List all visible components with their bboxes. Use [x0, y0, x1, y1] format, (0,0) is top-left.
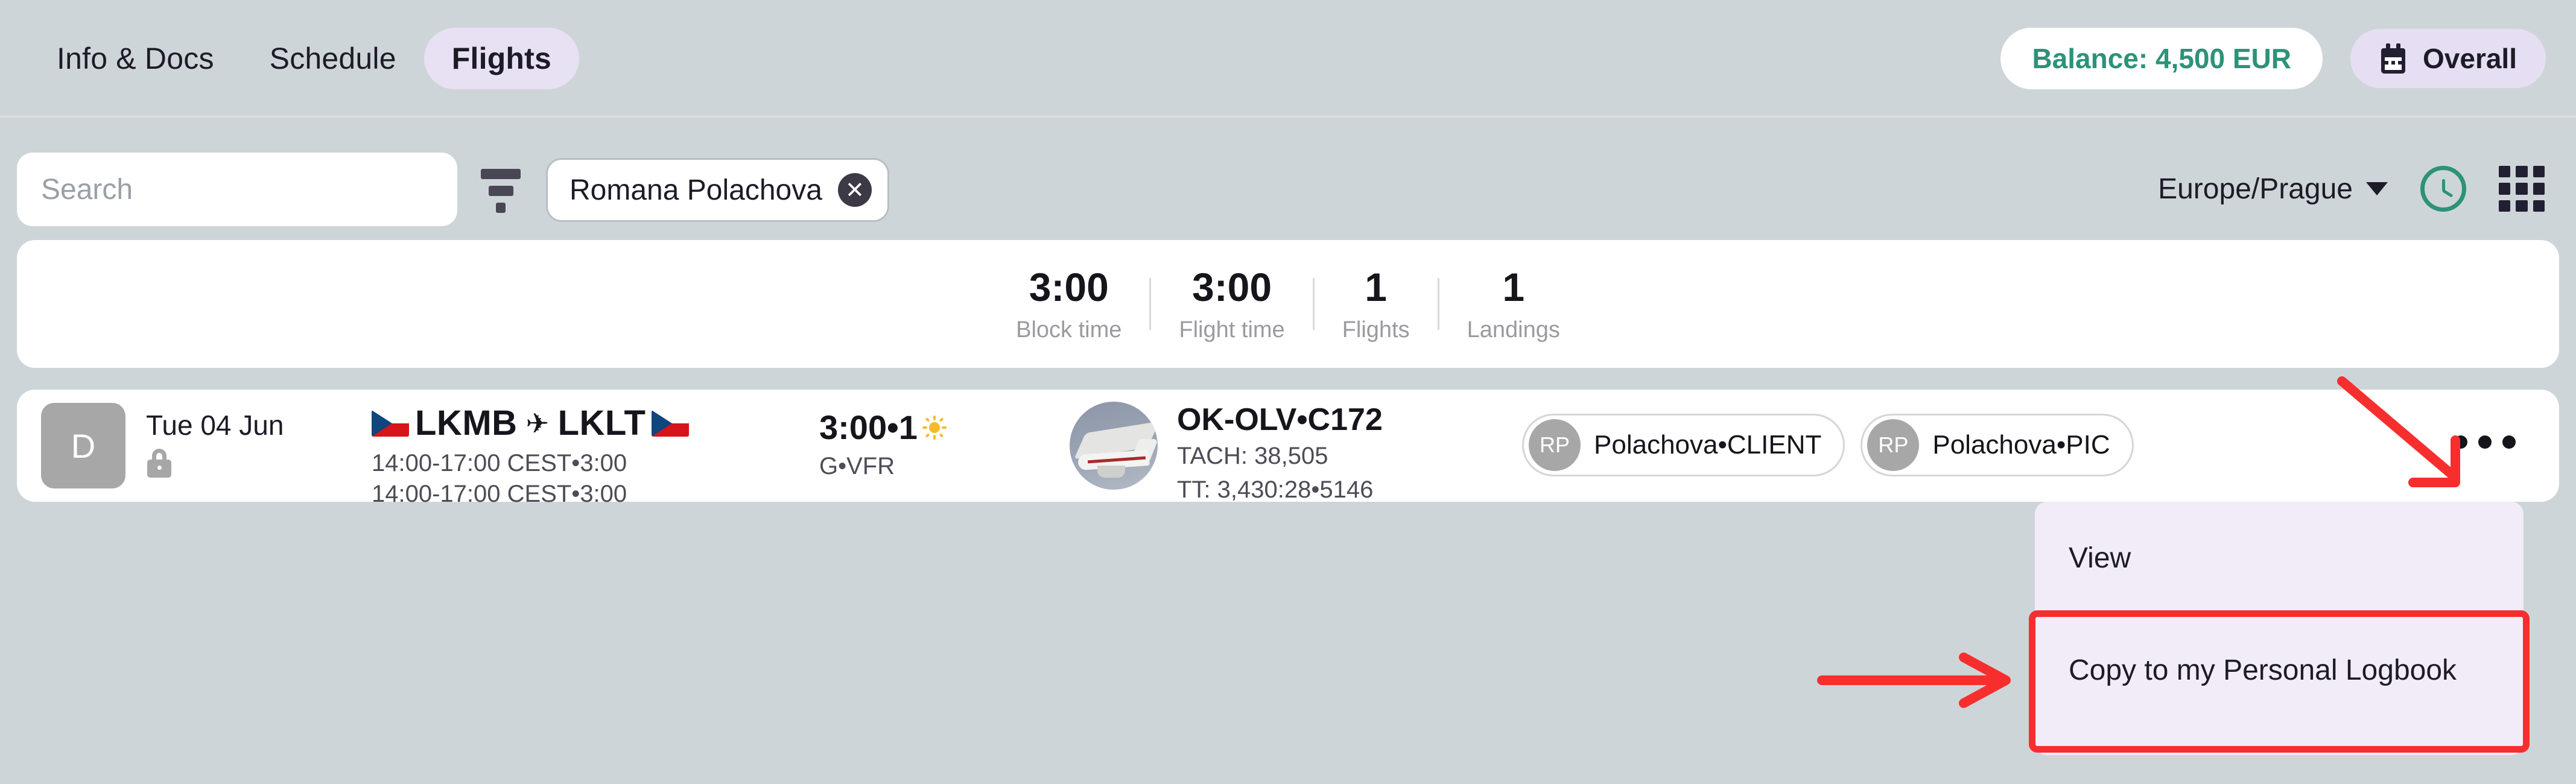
aircraft-tach: TACH: 38,505 [1177, 443, 1328, 469]
overall-button[interactable]: Overall [2350, 28, 2546, 88]
tab-flights[interactable]: Flights [424, 27, 580, 89]
flight-date-column: Tue 04 Jun [146, 409, 284, 478]
stat-landings: 1 Landings [1439, 265, 1588, 344]
sun-icon [922, 415, 947, 440]
filter-icon[interactable] [477, 169, 525, 213]
arrival-airport: LKLT [557, 403, 646, 443]
crew-column: RP Polachova•CLIENT RP Polachova•PIC [1522, 414, 2134, 476]
tab-schedule[interactable]: Schedule [242, 28, 424, 89]
flight-time-line-2: 14:00-17:00 CEST•3:00 [372, 481, 627, 508]
cz-flag-icon-departure [372, 409, 409, 437]
avatar: RP [1867, 419, 1920, 471]
crew-chip-pic[interactable]: RP Polachova•PIC [1861, 414, 2134, 476]
nav-tabs: Info & Docs Schedule Flights [29, 27, 580, 89]
search-input[interactable] [17, 153, 457, 226]
app-root: Info & Docs Schedule Flights Balance: 4,… [0, 0, 2576, 784]
stat-value: 3:00 [1191, 264, 1272, 309]
grid-apps-icon[interactable] [2499, 166, 2545, 212]
stat-flights: 1 Flights [1315, 265, 1438, 344]
stat-flight-time: 3:00 Flight time [1151, 265, 1312, 344]
clear-circle-icon[interactable]: ✕ [837, 173, 872, 207]
cz-flag-icon-arrival [652, 409, 690, 437]
timezone-selector[interactable]: Europe/Prague [2158, 172, 2388, 206]
filter-chip-romana-polachova[interactable]: Romana Polachova ✕ [546, 158, 889, 222]
flight-duration-column: 3:00•1 G•VFR [819, 408, 947, 480]
calendar-icon [2379, 43, 2407, 74]
context-menu: View Copy to my Personal Logbook [2035, 502, 2524, 755]
stat-label: Block time [1016, 317, 1122, 343]
lock-icon [146, 449, 173, 478]
stat-value: 1 [1502, 264, 1525, 309]
overall-label: Overall [2423, 42, 2517, 74]
stat-value: 1 [1365, 264, 1387, 309]
stat-value: 3:00 [1029, 264, 1109, 309]
aircraft-registration-and-type: OK-OLV•C172 [1177, 402, 1383, 437]
timezone-label: Europe/Prague [2158, 172, 2353, 205]
aircraft-total-time: TT: 3,430:28•5146 [1177, 476, 1374, 503]
stat-label: Landings [1467, 317, 1560, 343]
menu-item-view[interactable]: View [2035, 502, 2524, 614]
crew-name: Polachova•CLIENT [1594, 430, 1822, 460]
crew-name: Polachova•PIC [1932, 430, 2110, 460]
nav-right-actions: Balance: 4,500 EUR Overall [2000, 0, 2546, 116]
chevron-down-icon [2366, 182, 2388, 195]
stat-label: Flights [1342, 317, 1410, 343]
flight-times: 14:00-17:00 CEST•3:00 14:00-17:00 CEST•3… [372, 448, 689, 510]
duration-and-landings: 3:00•1 [819, 408, 947, 447]
arrow-pointing-to-copy-item [1817, 653, 2011, 708]
route-codes: LKMB ✈ LKLT [415, 403, 646, 443]
duration-value: 3:00•1 [819, 408, 918, 446]
menu-item-copy-to-personal-logbook[interactable]: Copy to my Personal Logbook [2035, 614, 2524, 726]
totals-summary-card: 3:00 Block time 3:00 Flight time 1 Fligh… [17, 240, 2559, 368]
flight-time-line-1: 14:00-17:00 CEST•3:00 [372, 450, 627, 476]
avatar: RP [1529, 419, 1581, 471]
flight-row[interactable]: D Tue 04 Jun LKMB ✈ LKLT 14:00-17:00 CES… [17, 390, 2559, 507]
filter-chip-label: Romana Polachova [569, 174, 822, 206]
flight-route-column: LKMB ✈ LKLT 14:00-17:00 CEST•3:00 14:00-… [372, 403, 690, 510]
timezone-and-view-controls: Europe/Prague [2158, 156, 2545, 222]
aircraft-photo [1070, 402, 1158, 490]
aircraft-column: OK-OLV•C172 TACH: 38,505 TT: 3,430:28•51… [1070, 402, 1383, 505]
stat-block-time: 3:00 Block time [988, 265, 1149, 344]
stat-label: Flight time [1179, 317, 1285, 343]
more-options-icon[interactable] [2454, 435, 2516, 449]
top-navigation: Info & Docs Schedule Flights Balance: 4,… [0, 0, 2576, 116]
balance-button[interactable]: Balance: 4,500 EUR [2000, 27, 2323, 89]
departure-airport: LKMB [415, 403, 518, 443]
crew-chip-client[interactable]: RP Polachova•CLIENT [1522, 414, 1845, 476]
flight-date: Tue 04 Jun [146, 409, 284, 441]
clock-icon[interactable] [2420, 166, 2466, 212]
tab-info-and-docs[interactable]: Info & Docs [29, 28, 242, 89]
flight-rules: G•VFR [819, 453, 895, 479]
plane-icon: ✈ [525, 406, 550, 440]
flight-type-badge: D [41, 403, 125, 488]
